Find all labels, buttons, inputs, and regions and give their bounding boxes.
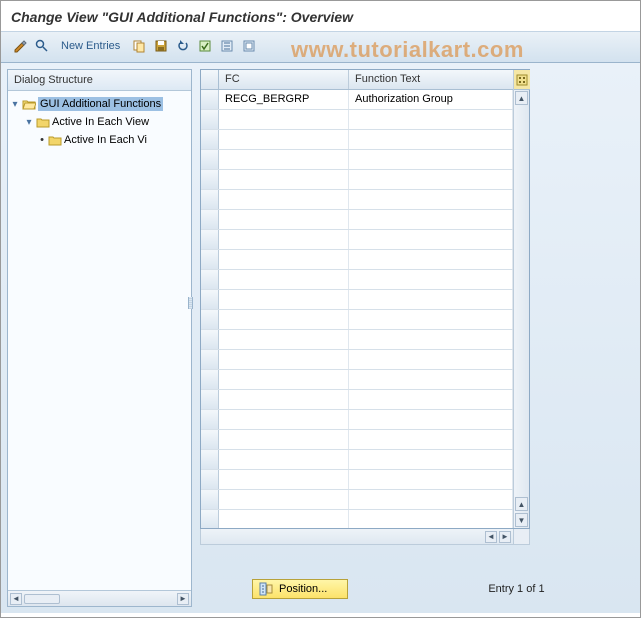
column-header-function-text[interactable]: Function Text bbox=[349, 70, 513, 89]
table-row[interactable] bbox=[201, 330, 513, 350]
scroll-right-icon[interactable]: ► bbox=[177, 593, 189, 605]
save-icon[interactable] bbox=[152, 37, 170, 55]
table-vscrollbar[interactable]: ▲ ▲ ▼ bbox=[513, 70, 529, 528]
folder-open-icon bbox=[22, 98, 36, 110]
tree-node-root[interactable]: ▾ GUI Additional Functions bbox=[10, 95, 189, 113]
table-row[interactable] bbox=[201, 170, 513, 190]
position-button-label: Position... bbox=[279, 583, 327, 595]
select-all-icon[interactable] bbox=[196, 37, 214, 55]
table-row[interactable] bbox=[201, 470, 513, 490]
sidebar-hscrollbar[interactable]: ◄ ► bbox=[8, 590, 191, 606]
new-entries-link[interactable]: New Entries bbox=[61, 40, 120, 52]
dialog-structure-header: Dialog Structure bbox=[8, 70, 191, 91]
table-row[interactable] bbox=[201, 390, 513, 410]
toolbar: New Entries bbox=[1, 31, 640, 63]
content-pane: FC Function Text RECG_BERGRP Authorizati… bbox=[192, 63, 640, 613]
table-row[interactable] bbox=[201, 190, 513, 210]
position-button[interactable]: Position... bbox=[252, 579, 348, 599]
scroll-corner bbox=[514, 529, 530, 545]
table-row[interactable] bbox=[201, 430, 513, 450]
table-row[interactable] bbox=[201, 510, 513, 528]
table-row[interactable] bbox=[201, 250, 513, 270]
select-view-icon[interactable] bbox=[33, 37, 51, 55]
cell-text[interactable]: Authorization Group bbox=[349, 90, 513, 109]
table-header: FC Function Text bbox=[201, 70, 513, 90]
table-row[interactable] bbox=[201, 490, 513, 510]
scroll-track[interactable] bbox=[515, 107, 528, 495]
toggle-edit-icon[interactable] bbox=[11, 37, 29, 55]
tree-label: GUI Additional Functions bbox=[38, 97, 163, 111]
data-table: FC Function Text RECG_BERGRP Authorizati… bbox=[200, 69, 530, 529]
table-row[interactable] bbox=[201, 450, 513, 470]
entry-count-text: Entry 1 of 1 bbox=[488, 583, 544, 595]
scroll-right-icon[interactable]: ► bbox=[499, 531, 511, 543]
main-area: Dialog Structure ▾ GUI Additional Functi… bbox=[1, 63, 640, 613]
row-selector[interactable] bbox=[201, 90, 219, 109]
table-row[interactable] bbox=[201, 150, 513, 170]
tree-label: Active In Each Vi bbox=[64, 134, 147, 146]
table-row[interactable]: RECG_BERGRP Authorization Group bbox=[201, 90, 513, 110]
table-row[interactable] bbox=[201, 110, 513, 130]
collapse-icon[interactable]: ▾ bbox=[10, 99, 20, 110]
row-selector-header[interactable] bbox=[201, 70, 219, 89]
tree: ▾ GUI Additional Functions ▾ Active In E… bbox=[8, 91, 191, 590]
table-row[interactable] bbox=[201, 310, 513, 330]
page-title: Change View "GUI Additional Functions": … bbox=[1, 1, 640, 31]
table-config-icon[interactable] bbox=[514, 70, 530, 90]
undo-icon[interactable] bbox=[174, 37, 192, 55]
dialog-structure-panel: Dialog Structure ▾ GUI Additional Functi… bbox=[7, 69, 192, 607]
table-row[interactable] bbox=[201, 270, 513, 290]
print-icon[interactable] bbox=[240, 37, 258, 55]
footer-bar: Position... Entry 1 of 1 bbox=[192, 571, 640, 607]
position-icon bbox=[259, 582, 273, 596]
column-header-fc[interactable]: FC bbox=[219, 70, 349, 89]
table-body: RECG_BERGRP Authorization Group bbox=[201, 90, 513, 528]
scroll-left-icon[interactable]: ◄ bbox=[485, 531, 497, 543]
scroll-up-icon[interactable]: ▲ bbox=[515, 497, 528, 511]
table-row[interactable] bbox=[201, 130, 513, 150]
folder-icon bbox=[48, 134, 62, 146]
scroll-left-icon[interactable]: ◄ bbox=[10, 593, 22, 605]
delimit-icon[interactable] bbox=[218, 37, 236, 55]
table-row[interactable] bbox=[201, 370, 513, 390]
table-row[interactable] bbox=[201, 350, 513, 370]
table-row[interactable] bbox=[201, 410, 513, 430]
tree-label: Active In Each View bbox=[52, 116, 149, 128]
table-hscrollbar[interactable]: ◄ ► bbox=[200, 529, 514, 545]
tree-node-child[interactable]: ▾ Active In Each View bbox=[10, 113, 189, 131]
folder-icon bbox=[36, 116, 50, 128]
scroll-thumb[interactable] bbox=[24, 594, 60, 604]
scroll-up-icon[interactable]: ▲ bbox=[515, 91, 528, 105]
cell-fc[interactable]: RECG_BERGRP bbox=[219, 90, 349, 109]
scroll-down-icon[interactable]: ▼ bbox=[515, 513, 528, 527]
collapse-icon[interactable]: ▾ bbox=[24, 117, 34, 128]
table-row[interactable] bbox=[201, 290, 513, 310]
leaf-bullet-icon: • bbox=[38, 134, 46, 146]
table-row[interactable] bbox=[201, 230, 513, 250]
tree-node-leaf[interactable]: • Active In Each Vi bbox=[10, 131, 189, 149]
copy-icon[interactable] bbox=[130, 37, 148, 55]
table-row[interactable] bbox=[201, 210, 513, 230]
